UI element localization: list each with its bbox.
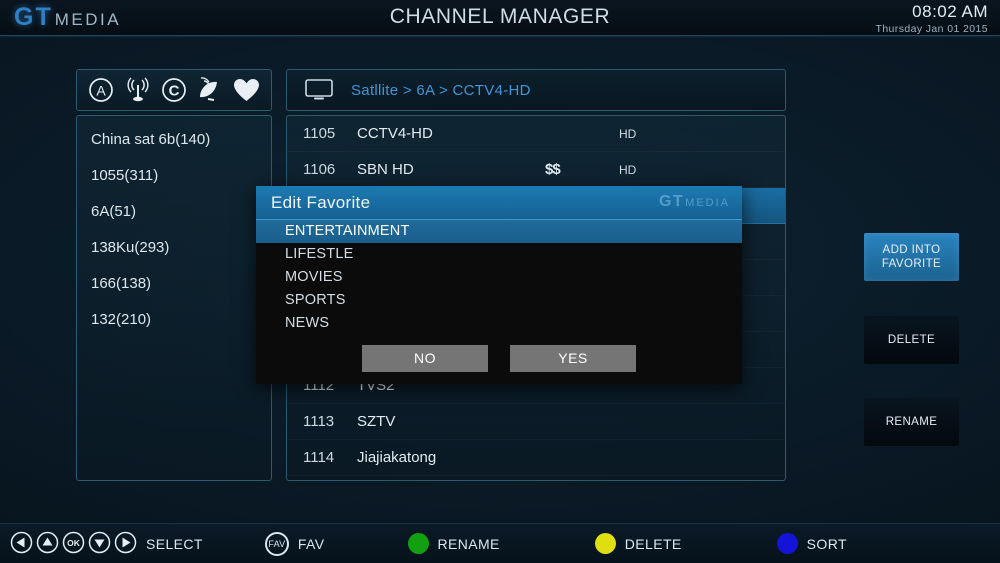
source-icon-toolbar[interactable]: A C <box>76 69 272 111</box>
blue-dot-icon[interactable] <box>776 533 798 554</box>
channel-number: 1105 <box>303 125 336 142</box>
breadcrumb: Satllite > 6A > CCTV4-HD <box>351 81 531 99</box>
ok-key-icon[interactable]: OK <box>62 531 85 557</box>
arrow-right-icon[interactable] <box>114 531 137 557</box>
dialog-brand-gt: GT <box>658 193 685 210</box>
edit-favorite-dialog: Edit Favorite GT MEDIA ENTERTAINMENT LIFE… <box>256 186 742 384</box>
channel-number: 1106 <box>303 161 336 178</box>
rename-button[interactable]: RENAME <box>864 398 959 446</box>
channel-price: $$ <box>545 161 561 178</box>
channel-manager-screen: GT MEDIA CHANNEL MANAGER 08:02 AM Thursda… <box>0 0 1000 563</box>
dialog-option-entertainment[interactable]: ENTERTAINMENT <box>256 220 742 243</box>
antenna-icon[interactable] <box>123 75 153 105</box>
hint-delete: DELETE <box>594 533 682 554</box>
breadcrumb-bar: Satllite > 6A > CCTV4-HD <box>286 69 786 111</box>
dialog-header: Edit Favorite GT MEDIA <box>256 186 742 220</box>
arrow-down-icon[interactable] <box>88 531 111 557</box>
rename-button-label: RENAME <box>885 416 938 428</box>
sidebar-item-0[interactable]: China sat 6b(140) <box>77 122 271 158</box>
table-row[interactable]: 1113 SZTV <box>287 404 785 440</box>
sidebar-item-3[interactable]: 138Ku(293) <box>77 230 271 266</box>
table-row[interactable]: 1106 SBN HD $$ HD <box>287 152 785 188</box>
dialog-brand-logo: GT MEDIA <box>659 193 730 211</box>
no-button[interactable]: NO <box>362 345 488 372</box>
table-row[interactable]: 1114 Jiajiakatong <box>287 440 785 476</box>
add-into-favorite-label: ADD INTO FAVORITE <box>882 243 941 271</box>
yes-button[interactable]: YES <box>510 345 636 372</box>
dialog-option-news[interactable]: NEWS <box>256 312 742 335</box>
channel-name: SBN HD <box>357 161 414 178</box>
dpad-key-group: OK <box>10 531 137 557</box>
page-title: CHANNEL MANAGER <box>389 5 611 28</box>
sidebar-item-4[interactable]: 166(138) <box>77 266 271 302</box>
delete-button-label: DELETE <box>887 334 936 346</box>
hint-select-label: SELECT <box>146 535 203 552</box>
sidebar-item-1[interactable]: 1055(311) <box>77 158 271 194</box>
hint-sort: SORT <box>776 533 847 554</box>
add-into-favorite-line1: ADD INTO <box>882 244 941 256</box>
table-row[interactable]: 1105 CCTV4-HD HD <box>287 116 785 152</box>
heart-icon[interactable] <box>232 75 262 105</box>
fav-key-icon[interactable]: FAV <box>264 531 289 556</box>
svg-text:OK: OK <box>67 538 81 548</box>
dialog-title: Edit Favorite <box>271 192 371 212</box>
delete-button[interactable]: DELETE <box>864 316 959 364</box>
sidebar-item-2[interactable]: 6A(51) <box>77 194 271 230</box>
channel-number: 1113 <box>303 413 335 430</box>
hint-fav: FAV FAV <box>264 531 325 556</box>
hint-sort-label: SORT <box>806 535 847 552</box>
dialog-body: ENTERTAINMENT LIFESTLE MOVIES SPORTS NEW… <box>256 220 742 384</box>
channel-quality: HD <box>619 127 637 141</box>
dialog-button-row: NO YES <box>256 345 742 372</box>
dialog-option-movies[interactable]: MOVIES <box>256 266 742 289</box>
arrow-up-icon[interactable] <box>36 531 59 557</box>
clock-time: 08:02 AM <box>912 2 988 21</box>
dialog-option-lifestle[interactable]: LIFESTLE <box>256 243 742 266</box>
clock-date: Thursday Jan 01 2015 <box>875 23 988 35</box>
hint-delete-label: DELETE <box>624 535 682 552</box>
channel-name: Jiajiakatong <box>357 449 437 466</box>
channel-name: CCTV4-HD <box>357 125 433 142</box>
dialog-option-sports[interactable]: SPORTS <box>256 289 742 312</box>
channel-number: 1114 <box>303 449 335 466</box>
arrow-left-icon[interactable] <box>10 531 33 557</box>
channel-quality: HD <box>619 163 637 177</box>
add-into-favorite-button[interactable]: ADD INTO FAVORITE <box>864 233 959 281</box>
circled-c-icon[interactable]: C <box>159 75 189 105</box>
hint-rename-label: RENAME <box>437 535 500 552</box>
circled-a-icon[interactable]: A <box>86 75 116 105</box>
clock: 08:02 AM Thursday Jan 01 2015 <box>876 2 989 35</box>
svg-text:A: A <box>97 83 107 99</box>
channel-name: SZTV <box>357 413 396 430</box>
hint-rename: RENAME <box>407 533 500 554</box>
satellite-dish-icon[interactable] <box>195 75 225 105</box>
green-dot-icon[interactable] <box>407 533 429 554</box>
tv-icon <box>305 79 333 101</box>
add-into-favorite-line2: FAVORITE <box>881 258 942 270</box>
svg-text:C: C <box>169 83 180 100</box>
sidebar-item-5[interactable]: 132(210) <box>77 302 271 338</box>
hint-select: OK SELECT <box>10 531 203 557</box>
satellite-list[interactable]: China sat 6b(140) 1055(311) 6A(51) 138Ku… <box>76 115 272 481</box>
bottom-hint-bar: OK SELECT FAV FAV RENAME DELETE SORT <box>0 523 1000 563</box>
dialog-brand-media: MEDIA <box>685 197 730 209</box>
top-bar: GT MEDIA CHANNEL MANAGER 08:02 AM Thursda… <box>0 0 1000 38</box>
hint-fav-label: FAV <box>297 535 325 552</box>
yellow-dot-icon[interactable] <box>594 533 616 554</box>
